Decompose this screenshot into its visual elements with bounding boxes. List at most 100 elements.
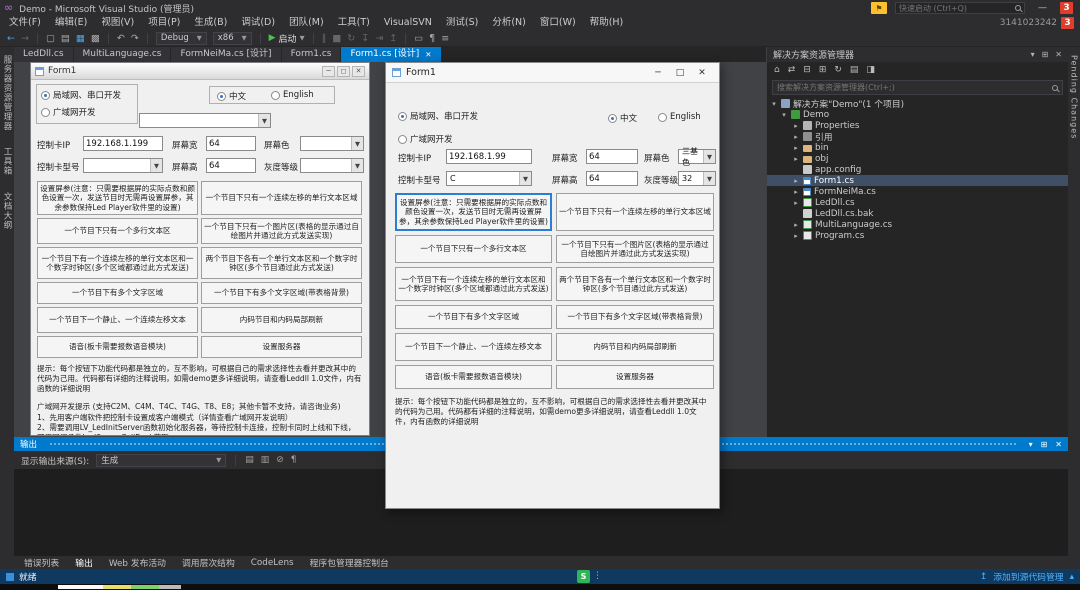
run-static-scroll-text-button[interactable]: 一个节目下一个静止、一个连续左移文本 — [395, 333, 552, 361]
comment-icon[interactable]: ¶ — [429, 33, 435, 44]
sidebar-item-server-explorer[interactable]: 服务器资源管理器 — [1, 55, 13, 131]
start-debug-button[interactable]: ▶ 启动 ▼ — [269, 32, 305, 45]
neima-refresh-button[interactable]: 内码节目和内码局部刷新 — [201, 307, 362, 333]
menu-view[interactable]: 视图(V) — [94, 16, 141, 30]
two-programs-button[interactable]: 两个节目下各有一个单行文本区和一个数字时钟区(多个节目通过此方式发送) — [201, 247, 362, 279]
close-icon[interactable]: ✕ — [1055, 50, 1062, 59]
undo-icon[interactable]: ↶ — [117, 33, 125, 44]
platform-select[interactable]: x86▼ — [213, 32, 252, 45]
menu-analyze[interactable]: 分析(N) — [485, 16, 533, 30]
run-english-radio[interactable]: English — [658, 112, 701, 122]
pin-icon[interactable]: ⊞ — [1042, 50, 1049, 59]
chevron-right-icon[interactable]: ▸ — [792, 133, 800, 141]
maximize-icon[interactable]: ◻ — [337, 66, 350, 77]
properties-icon[interactable]: ⊞ — [819, 65, 827, 75]
tree-item-bin[interactable]: ▸bin — [767, 142, 1068, 153]
tab-package-manager-console[interactable]: 程序包管理器控制台 — [302, 556, 397, 569]
tab-web-publish[interactable]: Web 发布活动 — [101, 556, 174, 569]
run-screen-height-input[interactable] — [586, 171, 638, 186]
tab-error-list[interactable]: 错误列表 — [16, 556, 67, 569]
tree-item-app-config[interactable]: app.config — [767, 164, 1068, 175]
chevron-right-icon[interactable]: ▸ — [792, 144, 800, 152]
messages-icon[interactable]: ▥ — [261, 455, 270, 465]
chevron-right-icon[interactable]: ▸ — [792, 177, 800, 185]
top-combobox[interactable]: ▼ — [139, 113, 271, 128]
tab-form1-design-active[interactable]: Form1.cs [设计] ✕ — [341, 47, 441, 62]
text-clock-area-button[interactable]: 一个节目下有一个连续左移的单行文本区和一个数字时钟区(多个区域都通过此方式发送) — [37, 247, 198, 279]
chevron-down-icon[interactable]: ▾ — [780, 111, 788, 119]
run-picture-area-button[interactable]: 一个节目下只有一个图片区(表格的显示通过自绘图片并通过此方式发送实现) — [556, 235, 714, 263]
add-to-source-control-button[interactable]: 添加到源代码管理 — [993, 570, 1063, 583]
step-into-icon[interactable]: ↧ — [361, 33, 369, 44]
menu-window[interactable]: 窗口(W) — [533, 16, 583, 30]
set-screen-params-button[interactable]: 设置屏参(注意：只需要根据屏的实际点数和颜色设置一次，发送节目时无需再设置屏参，… — [37, 181, 198, 215]
run-lan-serial-radio[interactable]: 局域网、串口开发 — [398, 110, 478, 122]
ip-input[interactable] — [83, 136, 163, 151]
home-icon[interactable]: ⌂ — [774, 65, 780, 75]
run-multi-text-areas-button[interactable]: 一个节目下有多个文字区域 — [395, 305, 552, 329]
chinese-radio[interactable]: 中文 — [217, 90, 246, 102]
sidebar-item-pending-changes[interactable]: Pending Changes — [1070, 55, 1079, 569]
tab-codelens[interactable]: CodeLens — [243, 558, 302, 568]
minimize-icon[interactable]: ─ — [647, 68, 669, 78]
run-set-server-button[interactable]: 设置服务器 — [556, 365, 714, 389]
set-server-button[interactable]: 设置服务器 — [201, 336, 362, 358]
line-icon[interactable]: ≡ — [441, 33, 449, 44]
card-model-combobox[interactable]: ▼ — [83, 158, 163, 173]
clear-all-icon[interactable]: ⊘ — [276, 455, 284, 465]
output-source-select[interactable]: 生成 ▼ — [96, 454, 226, 467]
save-all-icon[interactable]: ▩ — [91, 33, 100, 44]
gray-level-combobox[interactable]: ▼ — [300, 158, 364, 173]
step-out-icon[interactable]: ↥ — [389, 33, 397, 44]
run-multi-text-table-bg-button[interactable]: 一个节目下有多个文字区域(带表格背景) — [556, 305, 714, 329]
minimize-button[interactable]: — — [1033, 3, 1052, 13]
sync-icon[interactable]: ⇄ — [788, 65, 796, 75]
step-over-icon[interactable]: ⇥ — [375, 33, 383, 44]
chevron-right-icon[interactable]: ▸ — [792, 188, 800, 196]
new-file-icon[interactable]: ▢ — [46, 33, 55, 44]
tree-item-properties[interactable]: ▸Properties — [767, 120, 1068, 131]
run-voice-button[interactable]: 语音(板卡需要报数语音模块) — [395, 365, 552, 389]
navigate-forward-icon[interactable]: → — [21, 33, 29, 44]
show-all-files-icon[interactable]: ▤ — [850, 65, 859, 75]
pause-icon[interactable]: ∥ — [322, 33, 327, 44]
run-chinese-radio[interactable]: 中文 — [608, 112, 637, 124]
notifications-flag-icon[interactable]: ⚑ — [871, 2, 887, 14]
minimize-icon[interactable]: ─ — [322, 66, 335, 77]
tab-call-hierarchy[interactable]: 调用层次结构 — [174, 556, 243, 569]
designer-form1-window[interactable]: Form1 ─ ◻ ✕ 局域网、串口开发 广域网开发 中文 English ▼ … — [30, 62, 370, 436]
session-badge[interactable]: 3 — [1061, 17, 1074, 29]
chevron-down-icon[interactable]: ▾ — [1031, 50, 1035, 59]
sidebar-item-document-outline[interactable]: 文档大纲 — [1, 192, 13, 230]
tab-multilanguage-cs[interactable]: MultiLanguage.cs — [74, 47, 172, 62]
run-set-screen-params-button[interactable]: 设置屏参(注意：只需要根据屏的实际点数和颜色设置一次，发送节目时无需再设置屏参，… — [395, 193, 552, 231]
chevron-right-icon[interactable]: ▸ — [792, 155, 800, 163]
tree-item-leddll-bak[interactable]: LedDll.cs.bak — [767, 208, 1068, 219]
tree-item-obj[interactable]: ▸obj — [767, 153, 1068, 164]
screen-color-combobox[interactable]: ▼ — [300, 136, 364, 151]
screen-width-input[interactable] — [206, 136, 256, 151]
refresh-icon[interactable]: ↻ — [834, 65, 842, 75]
wan-radio[interactable]: 广域网开发 — [41, 106, 96, 118]
close-icon[interactable]: ✕ — [425, 47, 431, 62]
tab-form1-cs[interactable]: Form1.cs — [282, 47, 342, 62]
menu-edit[interactable]: 编辑(E) — [48, 16, 94, 30]
chevron-right-icon[interactable]: ▸ — [792, 232, 800, 240]
solution-search-input[interactable] — [777, 83, 1049, 92]
tree-item-references[interactable]: ▸引用 — [767, 131, 1068, 142]
chevron-right-icon[interactable]: ▸ — [792, 221, 800, 229]
stop-icon[interactable]: ■ — [332, 33, 341, 44]
tree-item-formneima[interactable]: ▸FormNeiMa.cs — [767, 186, 1068, 197]
preview-icon[interactable]: ◨ — [866, 65, 875, 75]
tree-item-solution[interactable]: ▾解决方案"Demo"(1 个项目) — [767, 98, 1068, 109]
sidebar-item-toolbox[interactable]: 工具箱 — [1, 147, 13, 176]
save-icon[interactable]: ▦ — [76, 33, 85, 44]
open-file-icon[interactable]: ▤ — [61, 33, 70, 44]
tab-leddll-cs[interactable]: LedDll.cs — [14, 47, 74, 62]
multi-text-table-bg-button[interactable]: 一个节目下有多个文字区域(带表格背景) — [201, 282, 362, 304]
tree-item-multilanguage[interactable]: ▸MultiLanguage.cs — [767, 219, 1068, 230]
redo-icon[interactable]: ↷ — [131, 33, 139, 44]
tree-item-project[interactable]: ▾Demo — [767, 109, 1068, 120]
pin-icon[interactable]: ⊞ — [1041, 440, 1048, 449]
menu-help[interactable]: 帮助(H) — [583, 16, 631, 30]
